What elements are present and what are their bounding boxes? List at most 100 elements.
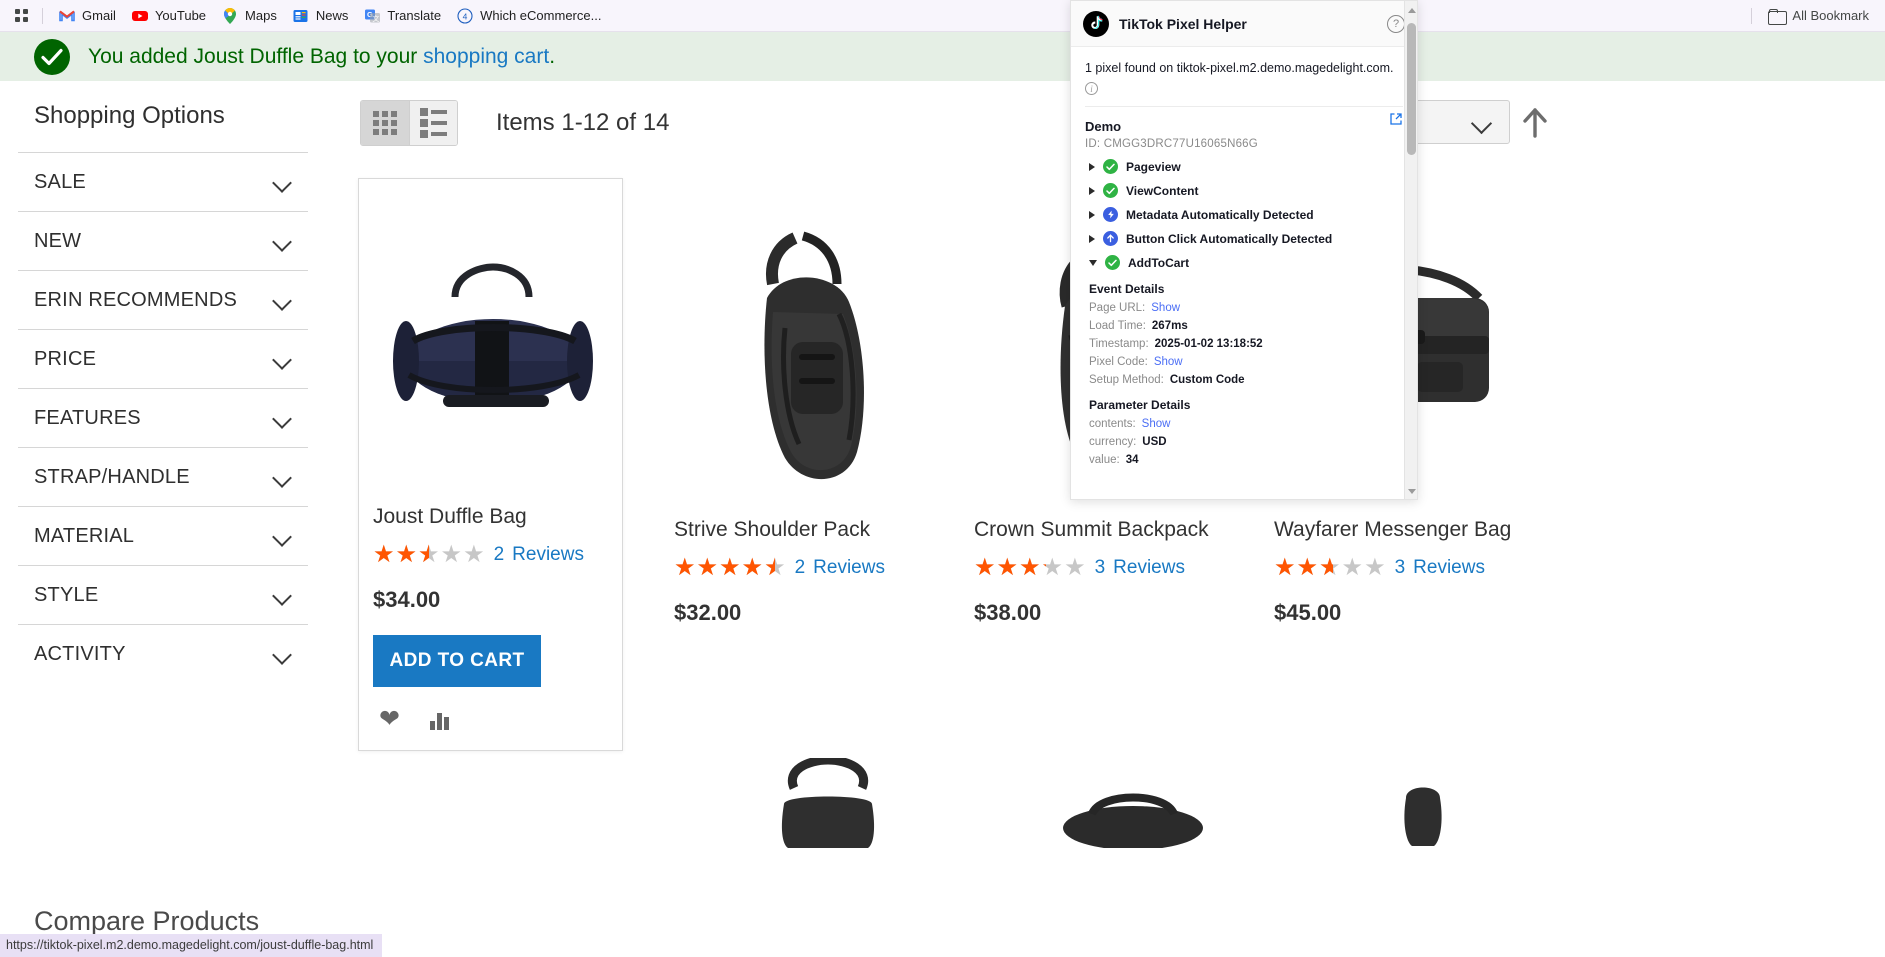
- folder-icon: [1768, 8, 1788, 25]
- all-bookmarks-button[interactable]: All Bookmark: [1760, 4, 1877, 27]
- items-count-label: Items 1-12 of 14: [496, 109, 670, 136]
- shopping-cart-link[interactable]: shopping cart: [423, 45, 549, 68]
- reviews-link[interactable]: Reviews: [1113, 557, 1185, 579]
- sort-ascending-arrow-icon[interactable]: [1522, 108, 1548, 143]
- help-circle-icon[interactable]: ?: [1387, 14, 1405, 33]
- pixel-found-text: 1 pixel found on tiktok-pixel.m2.demo.ma…: [1085, 61, 1394, 75]
- event-row-addtocart[interactable]: AddToCart: [1085, 255, 1403, 271]
- star-rating-icon: ★★★★★ ★★★★★: [674, 554, 787, 581]
- event-details-title: Event Details: [1089, 282, 1165, 297]
- product-rating[interactable]: ★★★★★ ★★★★★ 2 Reviews: [373, 543, 608, 567]
- compare-bars-icon[interactable]: [429, 710, 449, 730]
- svg-text:文: 文: [372, 14, 379, 23]
- bookmark-gmail[interactable]: Gmail: [51, 4, 124, 28]
- detail-key: Load Time:: [1089, 320, 1146, 333]
- event-row-metadata-automatically-detected[interactable]: Metadata Automatically Detected: [1085, 207, 1403, 223]
- triangle-down-icon[interactable]: [1089, 259, 1097, 266]
- banner-text-after: .: [549, 44, 556, 68]
- review-count: 2: [794, 557, 806, 578]
- reviews-link[interactable]: Reviews: [813, 557, 885, 579]
- products-toolbar: Items 1-12 of 14: [360, 100, 669, 146]
- sidebar-filter-erin-recommends[interactable]: ERIN RECOMMENDS: [18, 270, 308, 329]
- product-image-strive-shoulder-pack[interactable]: [674, 192, 939, 512]
- triangle-right-icon[interactable]: [1089, 162, 1095, 171]
- sidebar-filter-activity[interactable]: ACTIVITY: [18, 624, 308, 683]
- product-name[interactable]: Joust Duffle Bag: [373, 505, 608, 529]
- detail-key: Timestamp:: [1089, 338, 1149, 351]
- banner-product-name: Joust Duffle Bag: [193, 44, 348, 68]
- event-row-button-click-automatically-detected[interactable]: Button Click Automatically Detected: [1085, 231, 1403, 247]
- event-status-badge: [1105, 255, 1120, 271]
- reviews-link[interactable]: Reviews: [512, 544, 584, 566]
- sidebar-filter-style[interactable]: STYLE: [18, 565, 308, 624]
- bookmark-news[interactable]: News: [285, 4, 357, 28]
- detail-key: Setup Method:: [1089, 374, 1164, 387]
- product-image-joust-duffle-bag[interactable]: [373, 179, 608, 499]
- grid-view-icon[interactable]: [361, 101, 409, 145]
- bookmark-which-ecommerce[interactable]: 4 Which eCommerce...: [449, 4, 609, 28]
- event-name: Pageview: [1126, 159, 1181, 174]
- check-circle-icon: [34, 38, 70, 75]
- product-price: $45.00: [1274, 600, 1342, 625]
- list-view-icon[interactable]: [409, 101, 457, 145]
- chevron-down-icon: [274, 176, 294, 188]
- chevron-down-icon: [274, 471, 294, 483]
- filter-label: STYLE: [34, 583, 99, 606]
- event-row-pageview[interactable]: Pageview: [1085, 159, 1403, 175]
- add-to-cart-button[interactable]: ADD TO CART: [373, 635, 541, 687]
- product-card[interactable]: Joust Duffle Bag ★★★★★ ★★★★★ 2 Reviews $…: [358, 178, 623, 751]
- chevron-down-icon: [274, 530, 294, 542]
- detail-key: Page URL:: [1089, 302, 1146, 315]
- event-status-badge: [1103, 183, 1118, 199]
- star-rating-icon: ★★★★★ ★★★★★: [974, 554, 1087, 581]
- external-link-icon[interactable]: [1389, 112, 1403, 129]
- event-status-badge: [1103, 159, 1118, 175]
- sidebar-filter-sale[interactable]: SALE: [18, 152, 308, 211]
- triangle-right-icon[interactable]: [1089, 186, 1095, 195]
- scroll-down-arrow-icon[interactable]: [1408, 489, 1416, 494]
- bookmark-youtube[interactable]: YouTube: [124, 4, 214, 28]
- info-circle-icon[interactable]: i: [1085, 82, 1098, 96]
- sidebar-filter-material[interactable]: MATERIAL: [18, 506, 308, 565]
- panel-title: TikTok Pixel Helper: [1119, 15, 1247, 32]
- product-rating[interactable]: ★★★★★ ★★★★★ 3 Reviews: [974, 556, 1239, 580]
- tiktok-pixel-helper-panel[interactable]: TikTok Pixel Helper ? 1 pixel found on t…: [1070, 0, 1418, 500]
- event-name: ViewContent: [1126, 183, 1199, 198]
- product-rating[interactable]: ★★★★★ ★★★★★ 3 Reviews: [1274, 556, 1539, 580]
- event-row-viewcontent[interactable]: ViewContent: [1085, 183, 1403, 199]
- all-bookmarks-label: All Bookmark: [1792, 8, 1869, 23]
- bookmark-translate[interactable]: G文 Translate: [356, 4, 449, 28]
- triangle-right-icon[interactable]: [1089, 234, 1095, 243]
- product-name[interactable]: Wayfarer Messenger Bag: [1274, 518, 1539, 542]
- triangle-right-icon[interactable]: [1089, 210, 1095, 219]
- event-name: AddToCart: [1128, 255, 1190, 270]
- filter-label: FEATURES: [34, 406, 141, 429]
- product-price: $34.00: [373, 587, 441, 612]
- sidebar-filter-price[interactable]: PRICE: [18, 329, 308, 388]
- detail-value: Custom Code: [1169, 374, 1245, 387]
- review-count: 3: [1394, 557, 1406, 578]
- panel-header: TikTok Pixel Helper ?: [1071, 1, 1417, 47]
- sidebar-filter-strap-handle[interactable]: STRAP/HANDLE: [18, 447, 308, 506]
- product-name[interactable]: Crown Summit Backpack: [974, 518, 1239, 542]
- scrollbar-thumb[interactable]: [1407, 23, 1416, 155]
- page-title: Shopping Options: [34, 102, 225, 129]
- heart-icon[interactable]: ❤: [379, 707, 400, 732]
- detail-value[interactable]: Show: [1151, 302, 1180, 314]
- detail-value[interactable]: Show: [1154, 356, 1183, 368]
- pixel-name: Demo: [1085, 119, 1122, 135]
- tiktok-logo-icon: [1083, 10, 1109, 37]
- bookmark-maps[interactable]: Maps: [214, 4, 285, 28]
- product-image-partial: [738, 755, 918, 853]
- product-name[interactable]: Strive Shoulder Pack: [674, 518, 939, 542]
- apps-grid-icon[interactable]: [8, 3, 34, 29]
- reviews-link[interactable]: Reviews: [1413, 557, 1485, 579]
- panel-scrollbar[interactable]: [1404, 1, 1417, 499]
- sidebar-filter-new[interactable]: NEW: [18, 211, 308, 270]
- detail-value[interactable]: Show: [1142, 418, 1171, 430]
- scroll-up-arrow-icon[interactable]: [1408, 8, 1416, 13]
- product-rating[interactable]: ★★★★★ ★★★★★ 2 Reviews: [674, 556, 939, 580]
- view-mode-switcher: [360, 100, 458, 146]
- product-card[interactable]: Strive Shoulder Pack ★★★★★ ★★★★★ 2 Revie…: [674, 192, 939, 626]
- sidebar-filter-features[interactable]: FEATURES: [18, 388, 308, 447]
